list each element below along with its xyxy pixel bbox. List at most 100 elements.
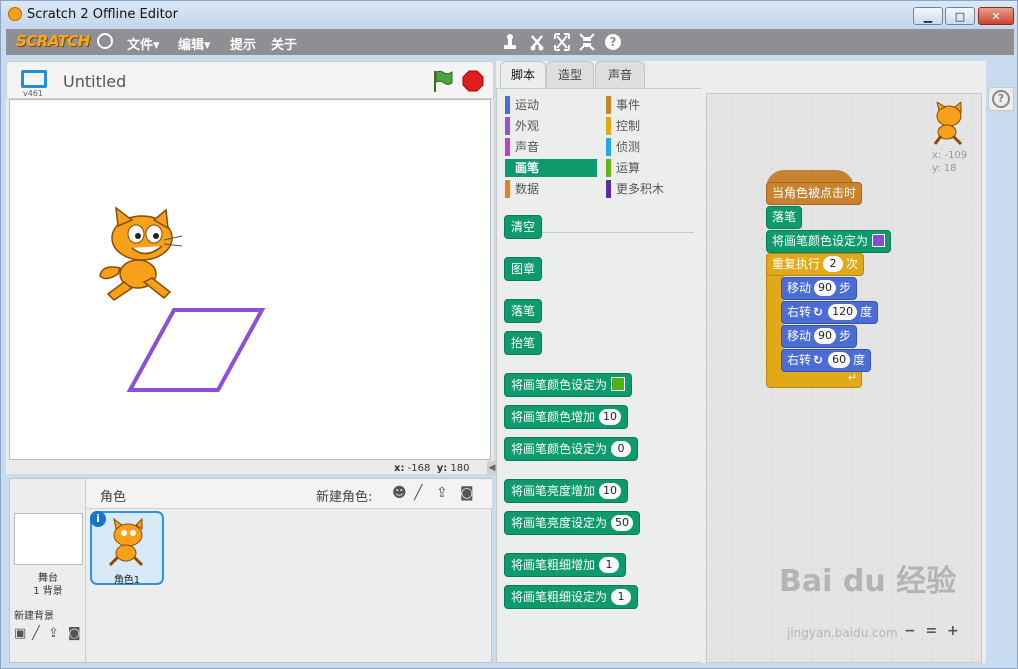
- block-input[interactable]: 60: [828, 352, 851, 368]
- block-input[interactable]: 1: [611, 589, 632, 605]
- block-input[interactable]: 120: [828, 304, 858, 320]
- block-help-icon[interactable]: ?: [992, 90, 1010, 108]
- block-unit: 度: [853, 353, 866, 367]
- category-1-left[interactable]: 外观: [505, 117, 597, 135]
- category-0-left[interactable]: 运动: [505, 96, 597, 114]
- menu-file[interactable]: 文件▾: [127, 34, 160, 53]
- grow-icon[interactable]: [553, 32, 571, 52]
- block-text: 重复执行: [772, 257, 821, 271]
- menu-tips[interactable]: 提示: [230, 34, 256, 53]
- block-input[interactable]: 10: [599, 483, 622, 499]
- tab-sounds[interactable]: 声音: [595, 61, 645, 88]
- block-input[interactable]: 1: [599, 557, 620, 573]
- block-input[interactable]: 50: [611, 515, 634, 531]
- green-flag-icon[interactable]: [431, 69, 453, 93]
- block-pen-up[interactable]: 抬笔: [504, 331, 543, 355]
- script-hat-when-clicked[interactable]: 当角色被点击时: [766, 182, 863, 205]
- script-move-1[interactable]: 移动 90 步: [781, 277, 858, 300]
- category-2-left[interactable]: 声音: [505, 138, 597, 156]
- script-pen-down[interactable]: 落笔: [766, 206, 803, 229]
- presentation-mode-icon[interactable]: [21, 70, 47, 88]
- tab-costumes[interactable]: 造型: [546, 61, 594, 88]
- upload-backdrop-icon[interactable]: ⇪: [48, 626, 59, 641]
- block-unit: 步: [839, 281, 852, 295]
- block-set-pen-size[interactable]: 将画笔粗细设定为 1: [504, 585, 639, 609]
- block-input[interactable]: 90: [814, 280, 837, 296]
- category-2-right[interactable]: 侦测: [606, 138, 698, 156]
- help-icon[interactable]: ?: [604, 32, 622, 52]
- duplicate-icon[interactable]: [501, 32, 519, 52]
- stage-panel: v461 Untitled x: -168 y: 180 ◀: [6, 61, 497, 475]
- menu-edit[interactable]: 编辑▾: [178, 34, 211, 53]
- block-text: 将画笔亮度增加: [511, 484, 596, 498]
- script-move-2[interactable]: 移动 90 步: [781, 325, 858, 348]
- stage-canvas[interactable]: [9, 99, 491, 460]
- mouse-coordinates: x: -168 y: 180: [394, 463, 470, 474]
- block-text: 将画笔颜色设定为: [511, 378, 608, 392]
- category-0-right[interactable]: 事件: [606, 96, 698, 114]
- block-clear[interactable]: 清空: [504, 215, 543, 239]
- category-3-right[interactable]: 运算: [606, 159, 698, 177]
- block-change-pen-shade[interactable]: 将画笔亮度增加 10: [504, 479, 629, 503]
- category-3-left[interactable]: 画笔: [505, 159, 597, 177]
- sprite-library-icon[interactable]: ☻: [392, 485, 407, 501]
- current-sprite-cat-icon: [933, 102, 963, 146]
- color-swatch[interactable]: [872, 234, 886, 247]
- block-stamp[interactable]: 图章: [504, 257, 543, 281]
- script-turn-2[interactable]: 右转 ↻ 60 度: [781, 349, 872, 372]
- paint-sprite-icon[interactable]: ╱: [414, 485, 422, 501]
- minimize-button[interactable]: ▁: [913, 7, 943, 25]
- paint-backdrop-icon[interactable]: ╱: [32, 626, 40, 641]
- sprite-panel: 舞台 1 背景 新建背景 ▣ ╱ ⇪ ◙ 角色 新建角色: ☻ ╱ ⇪ ◙ i: [9, 478, 492, 663]
- language-globe-icon[interactable]: [97, 33, 113, 49]
- block-pen-down[interactable]: 落笔: [504, 299, 543, 323]
- sprite-y-readout: y: 18: [932, 163, 957, 174]
- block-input[interactable]: 0: [611, 441, 632, 457]
- scratch-logo[interactable]: SCRATCH: [12, 32, 94, 52]
- block-change-pen-color[interactable]: 将画笔颜色增加 10: [504, 405, 629, 429]
- y-value: 180: [450, 463, 470, 474]
- close-button[interactable]: ✕: [978, 7, 1014, 25]
- category-color-bar: [606, 117, 611, 135]
- turn-right-icon: ↻: [813, 305, 824, 319]
- sprite-tile[interactable]: i 角色1: [90, 511, 164, 586]
- block-set-pen-shade[interactable]: 将画笔亮度设定为 50: [504, 511, 641, 535]
- backdrop-count: 1 背景: [33, 586, 63, 597]
- stage-drawing: [99, 206, 266, 392]
- camera-backdrop-icon[interactable]: ◙: [68, 626, 81, 641]
- sprite-header: 角色 新建角色: ☻ ╱ ⇪ ◙: [86, 479, 492, 509]
- stage-thumbnail[interactable]: [14, 513, 83, 565]
- category-4-left[interactable]: 数据: [505, 180, 597, 198]
- tab-scripts[interactable]: 脚本: [500, 61, 546, 88]
- category-label: 运动: [515, 98, 540, 112]
- category-color-bar: [606, 180, 611, 198]
- maximize-button[interactable]: □: [945, 7, 975, 25]
- block-input[interactable]: 2: [823, 256, 844, 272]
- stop-sign-icon[interactable]: [462, 70, 484, 92]
- category-label: 数据: [515, 182, 540, 196]
- category-1-right[interactable]: 控制: [606, 117, 698, 135]
- camera-sprite-icon[interactable]: ◙: [460, 485, 474, 501]
- delete-icon[interactable]: [528, 32, 546, 52]
- upload-sprite-icon[interactable]: ⇪: [436, 485, 448, 501]
- category-4-right[interactable]: 更多积木: [606, 180, 698, 198]
- block-set-pen-color-value[interactable]: 将画笔颜色设定为 0: [504, 437, 639, 461]
- backdrop-library-icon[interactable]: ▣: [14, 626, 26, 641]
- block-text: 将画笔粗细增加: [511, 558, 596, 572]
- app-window: Scratch 2 Offline Editor ▁ □ ✕ SCRATCH 文…: [0, 0, 1018, 669]
- block-input[interactable]: 90: [814, 328, 837, 344]
- shrink-icon[interactable]: [578, 32, 596, 52]
- block-set-pen-color[interactable]: 将画笔颜色设定为: [504, 373, 633, 397]
- menu-about[interactable]: 关于: [271, 34, 297, 53]
- block-input[interactable]: 10: [599, 409, 622, 425]
- block-change-pen-size[interactable]: 将画笔粗细增加 1: [504, 553, 627, 577]
- script-turn-1[interactable]: 右转 ↻ 120 度: [781, 301, 879, 324]
- script-repeat[interactable]: 重复执行 2 次: [766, 253, 865, 276]
- block-text: 将画笔亮度设定为: [511, 516, 608, 530]
- category-color-bar: [505, 96, 510, 114]
- color-swatch[interactable]: [611, 377, 626, 391]
- x-label: x:: [394, 463, 405, 474]
- project-title[interactable]: Untitled: [63, 72, 126, 91]
- script-set-pen-color[interactable]: 将画笔颜色设定为: [766, 230, 892, 253]
- stage-column: 舞台 1 背景 新建背景 ▣ ╱ ⇪ ◙: [10, 479, 86, 662]
